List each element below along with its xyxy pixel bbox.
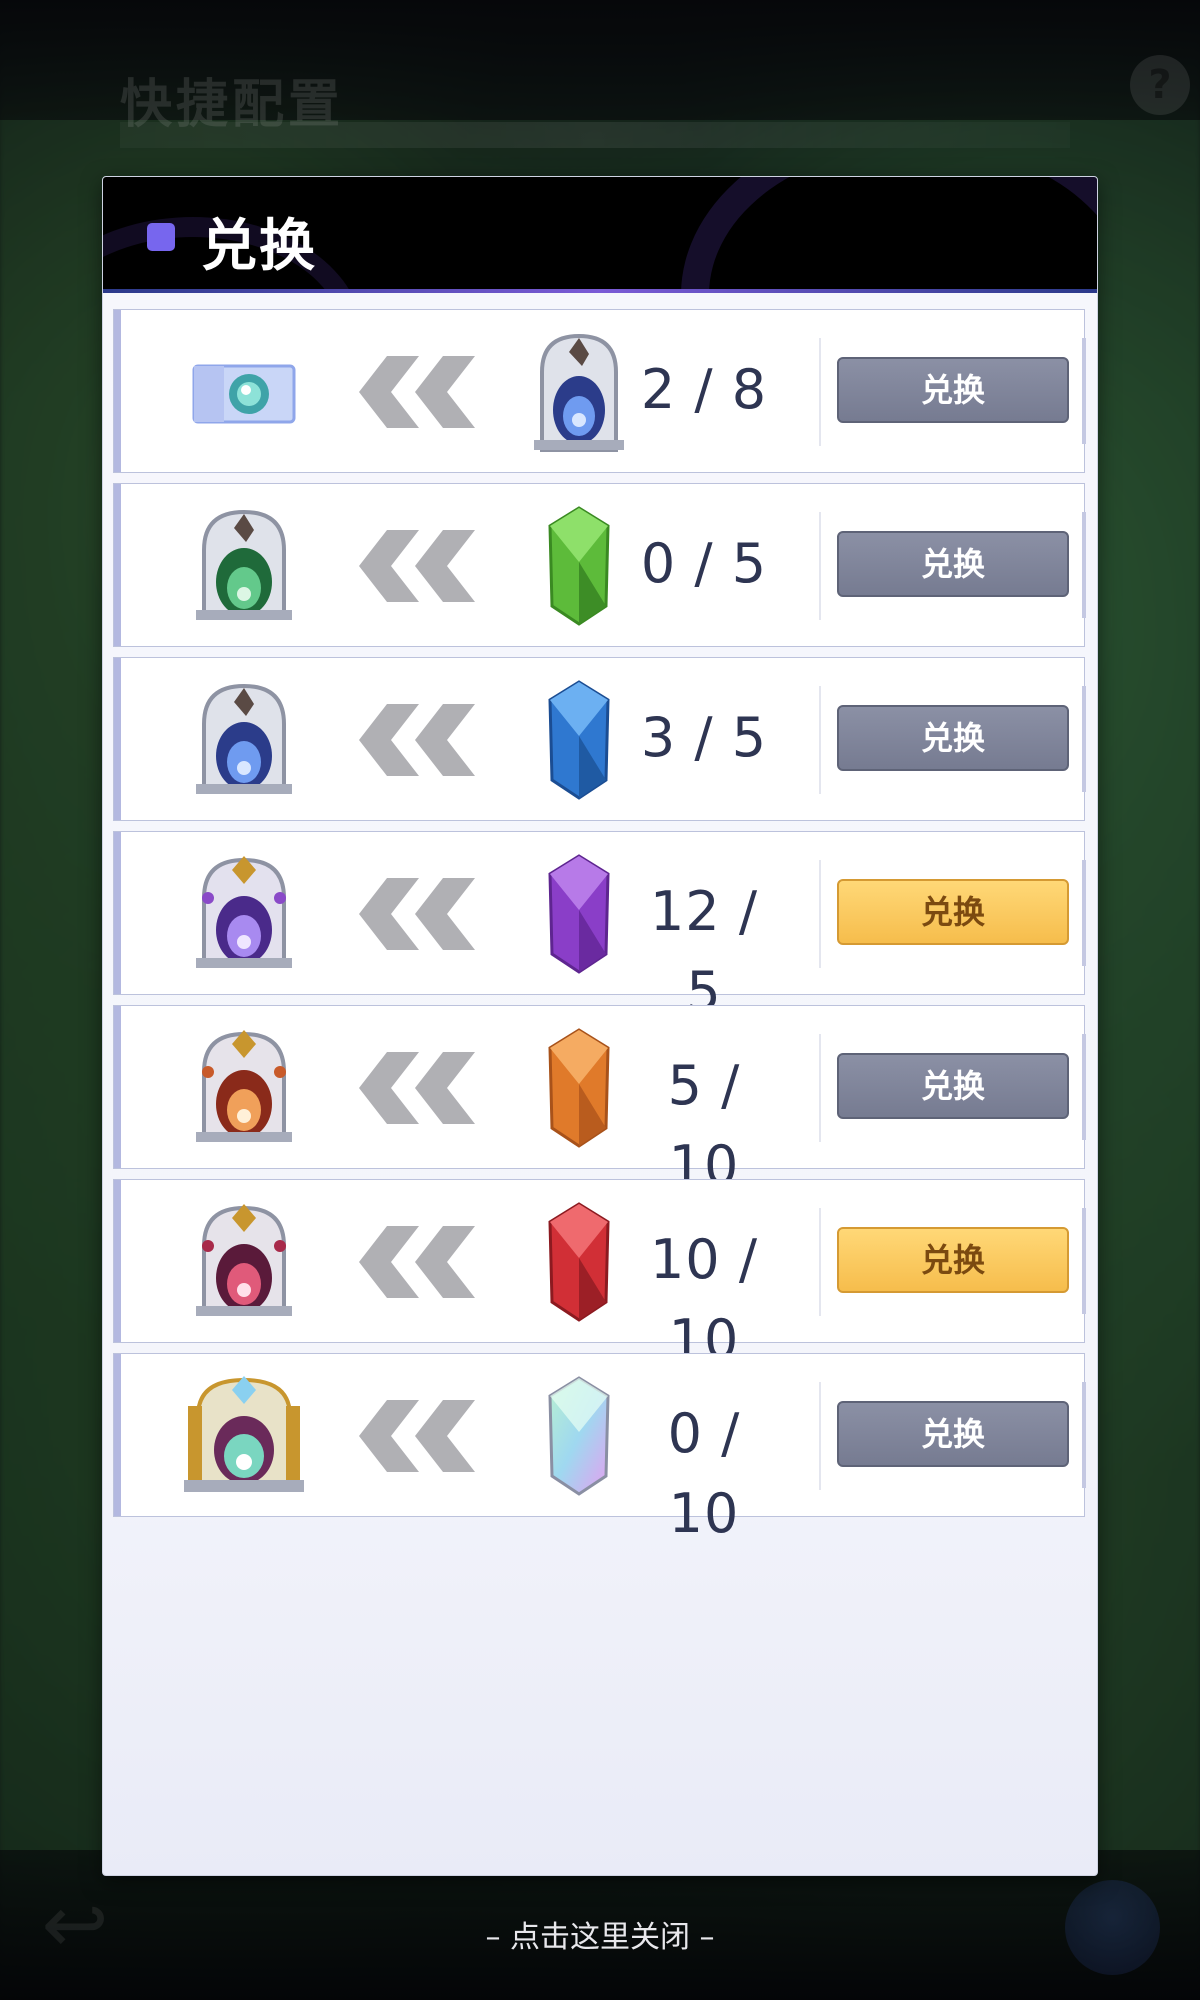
exchange-arrow-icon — [359, 878, 475, 950]
orange-gem-icon — [548, 1028, 610, 1148]
exchange-count: 12 / 5 — [649, 880, 759, 1023]
exchange-count: 0 / 5 — [640, 532, 768, 595]
exchange-arrow-icon — [359, 704, 475, 776]
red-gem-icon — [548, 1202, 610, 1322]
exchange-row: 0 / 10 兑换 — [113, 1353, 1086, 1545]
ticket-icon — [192, 364, 296, 424]
portal-purple-icon — [196, 856, 292, 968]
exchange-button[interactable]: 兑换 — [837, 1401, 1069, 1467]
exchange-button[interactable]: 兑换 — [837, 1227, 1069, 1293]
exchange-count: 3 / 5 — [640, 706, 768, 769]
exchange-row: 2 / 8 兑换 — [113, 309, 1086, 473]
green-gem-icon — [548, 506, 610, 626]
exchange-dialog: 兑换 2 / 8 兑换 0 / 5 兑换 3 / 5 兑换 12 / 5 兑换 … — [102, 176, 1098, 1876]
purple-gem-icon — [548, 854, 610, 974]
exchange-row: 3 / 5 兑换 — [113, 657, 1086, 821]
portal-rainbow-icon — [184, 1376, 304, 1492]
exchange-button[interactable]: 兑换 — [837, 879, 1069, 945]
exchange-arrow-icon — [359, 1400, 475, 1472]
blue-gem-icon — [548, 680, 610, 800]
rainbow-gem-icon — [548, 1376, 610, 1496]
exchange-arrow-icon — [359, 1226, 475, 1298]
portal-blue-icon — [196, 683, 292, 794]
portal-orange-icon — [196, 1030, 292, 1142]
portal-green-icon — [196, 509, 292, 620]
dialog-title: 兑换 — [201, 213, 317, 279]
exchange-count: 10 / 10 — [649, 1228, 759, 1371]
exchange-row: 12 / 5 兑换 — [113, 831, 1086, 1023]
portal-blue-icon — [534, 333, 624, 452]
exchange-button[interactable]: 兑换 — [837, 705, 1069, 771]
exchange-arrow-icon — [359, 530, 475, 602]
dialog-header: 兑换 — [103, 177, 1097, 293]
exchange-button[interactable]: 兑换 — [837, 357, 1069, 423]
exchange-arrow-icon — [359, 356, 475, 428]
exchange-count: 5 / 10 — [667, 1054, 741, 1197]
exchange-row: 10 / 10 兑换 — [113, 1179, 1086, 1371]
exchange-button[interactable]: 兑换 — [837, 531, 1069, 597]
exchange-row: 5 / 10 兑换 — [113, 1005, 1086, 1197]
title-square-icon — [147, 223, 175, 251]
close-hint[interactable]: – 点击这里关闭 – — [0, 1912, 1200, 1956]
exchange-row: 0 / 5 兑换 — [113, 483, 1086, 647]
portal-red-icon — [196, 1204, 292, 1316]
exchange-arrow-icon — [359, 1052, 475, 1124]
exchange-count: 0 / 10 — [667, 1402, 741, 1545]
exchange-button[interactable]: 兑换 — [837, 1053, 1069, 1119]
exchange-count: 2 / 8 — [640, 358, 768, 421]
